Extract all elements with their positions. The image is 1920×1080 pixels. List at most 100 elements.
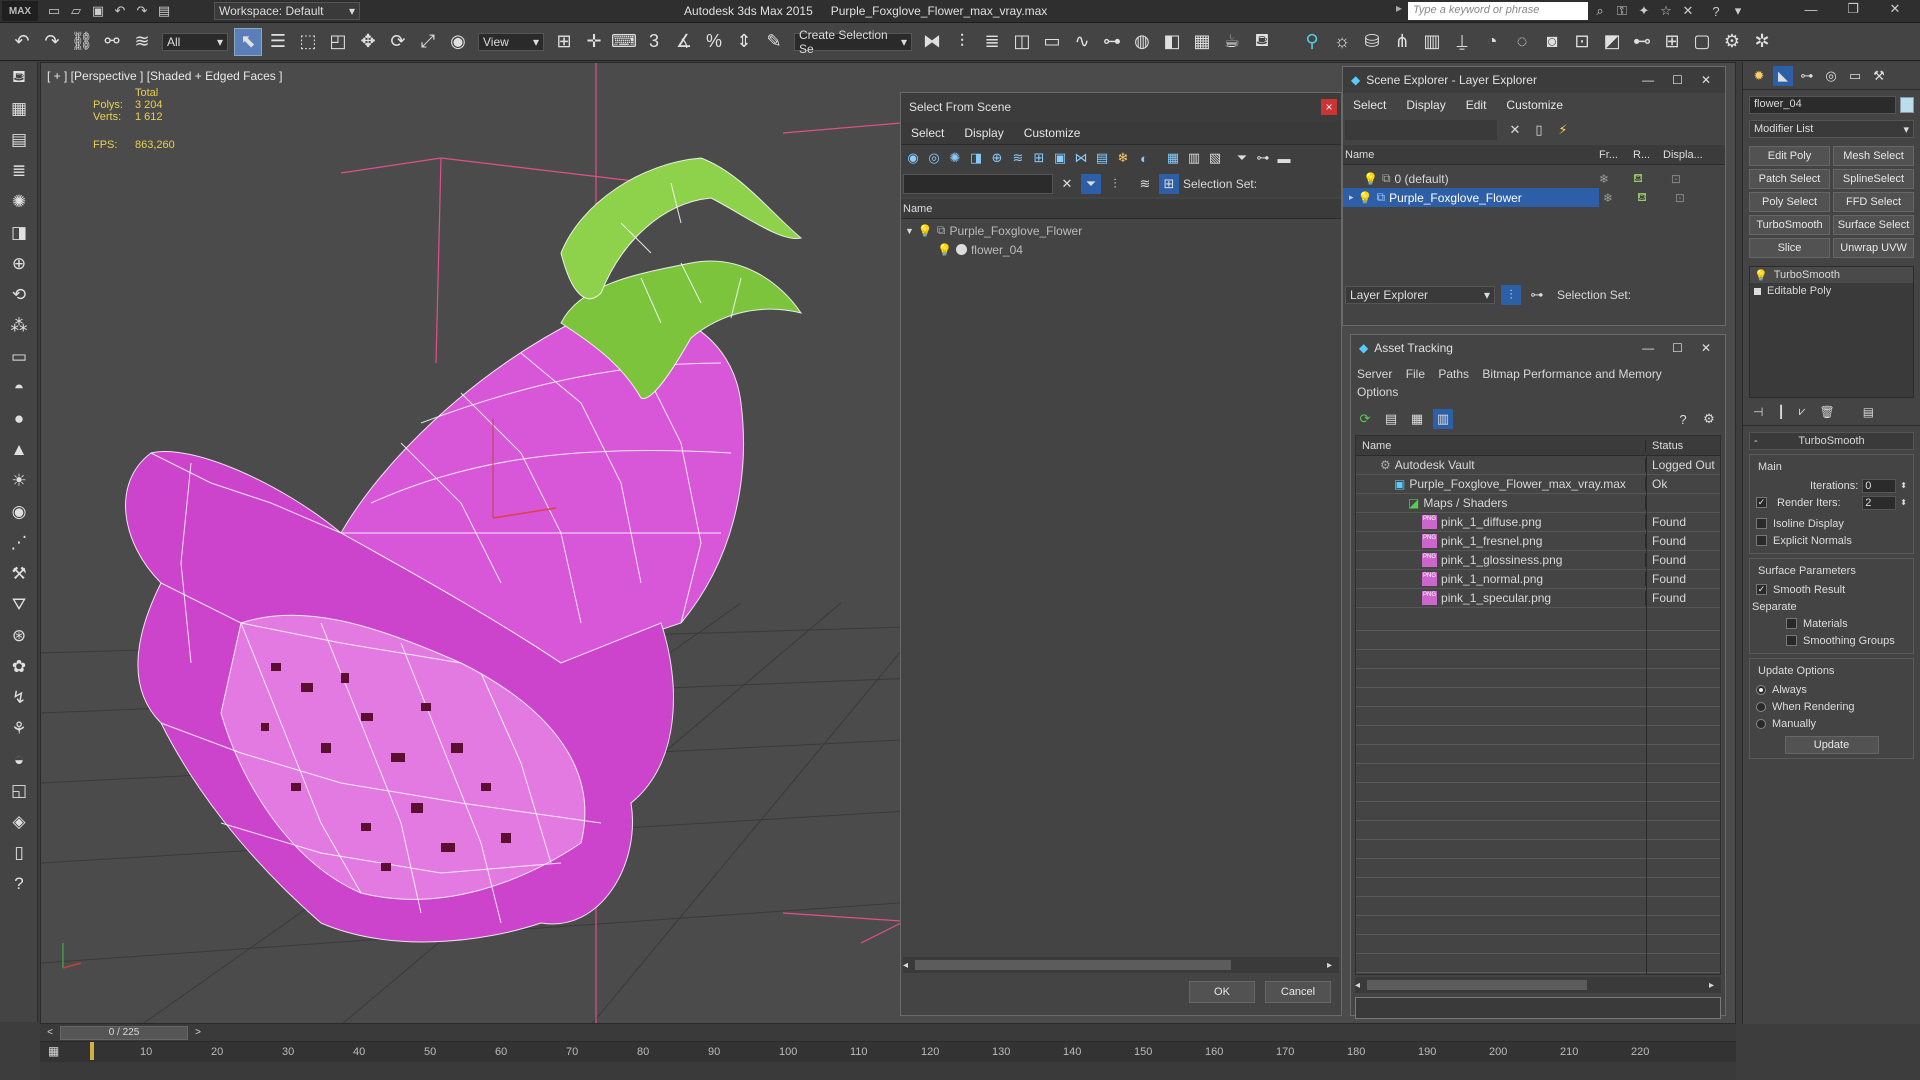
plant-icon[interactable]: ✿: [0, 651, 38, 682]
minimize-icon[interactable]: —: [1790, 0, 1832, 18]
scroll-left-icon[interactable]: ◂: [903, 960, 915, 971]
light-bulb-icon[interactable]: 💡: [1363, 172, 1378, 186]
light-icon[interactable]: ✺: [0, 186, 38, 217]
light-bulb-icon[interactable]: 💡: [1754, 269, 1768, 282]
helper-icon[interactable]: ⊕: [0, 248, 38, 279]
select-move-icon[interactable]: ✥: [354, 28, 382, 56]
asset-row[interactable]: ⚙ Autodesk Vault Logged Out: [1356, 456, 1720, 475]
new-file-icon[interactable]: ▭: [44, 2, 64, 20]
pin-stack-icon[interactable]: ⊣: [1753, 405, 1763, 419]
material-editor-icon[interactable]: ◍: [1128, 28, 1156, 56]
display-icon[interactable]: ⊡: [1671, 172, 1681, 186]
align-icon[interactable]: ⫶: [948, 28, 976, 56]
tree-row[interactable]: ▼ 💡 ⧉ Purple_Foxglove_Flower: [901, 221, 1341, 240]
menu-select[interactable]: Select: [901, 126, 954, 140]
star-icon[interactable]: ☆: [1656, 2, 1676, 20]
cone-icon[interactable]: ▲: [0, 434, 38, 465]
helper-filter-icon[interactable]: ⊕: [987, 148, 1007, 168]
menu-display[interactable]: Display: [954, 126, 1013, 140]
container-filter-icon[interactable]: ▤: [1092, 148, 1112, 168]
asset-row[interactable]: PNG pink_1_fresnel.png Found: [1356, 532, 1720, 551]
patch-select-button[interactable]: Patch Select: [1749, 169, 1830, 189]
layer-mode-icon[interactable]: ⫶: [1501, 285, 1521, 305]
workspace-dropdown[interactable]: Workspace: Default ▾: [214, 2, 360, 20]
render-setup-icon[interactable]: ◧: [1158, 28, 1186, 56]
settings-icon[interactable]: ⚙: [1699, 409, 1719, 429]
dome-icon[interactable]: ◓: [0, 372, 38, 403]
help-dropdown-icon[interactable]: ▾: [1728, 2, 1748, 20]
explicit-normals-checkbox[interactable]: [1756, 535, 1767, 546]
key-icon[interactable]: ⚿: [1612, 2, 1632, 20]
pivot-center-icon[interactable]: ⊞: [550, 28, 578, 56]
layers-icon[interactable]: ▤: [0, 124, 38, 155]
snaps-toggle-icon[interactable]: 3: [640, 28, 668, 56]
asset-row[interactable]: PNG pink_1_normal.png Found: [1356, 570, 1720, 589]
spline-select-button[interactable]: SplineSelect: [1833, 169, 1914, 189]
render-teapot-icon[interactable]: ⛾: [1633, 171, 1643, 187]
unlink-icon[interactable]: ⚯: [98, 28, 126, 56]
filter-toggle-icon[interactable]: ⏷: [1081, 174, 1101, 194]
freeze-icon[interactable]: ❄: [1599, 172, 1609, 186]
menu-display[interactable]: Display: [1396, 98, 1455, 112]
hierarchy-mode-icon[interactable]: ⊶: [1527, 285, 1547, 305]
clipboard-icon[interactable]: ▯: [0, 837, 38, 868]
vray-fur-icon[interactable]: ⋔: [1388, 28, 1416, 56]
mesh-select-button[interactable]: Mesh Select: [1833, 146, 1914, 166]
vray-material-icon[interactable]: ◙: [1538, 28, 1566, 56]
spinner-snap-icon[interactable]: ⇕: [730, 28, 758, 56]
asset-row[interactable]: ▣ Purple_Foxglove_Flower_max_vray.max Ok: [1356, 475, 1720, 494]
iterations-spinner[interactable]: 0: [1862, 478, 1897, 493]
select-rotate-icon[interactable]: ⟳: [384, 28, 412, 56]
vray-sun-icon[interactable]: ☼: [1328, 28, 1356, 56]
asset-row[interactable]: PNG pink_1_glossiness.png Found: [1356, 551, 1720, 570]
help-icon[interactable]: ?: [0, 868, 38, 899]
smooth-result-checkbox[interactable]: ✓: [1756, 584, 1767, 595]
menu-bitmap-performance[interactable]: Bitmap Performance and Memory: [1482, 367, 1661, 381]
object-color-swatch[interactable]: [1900, 97, 1914, 113]
camera-filter-icon[interactable]: ◨: [966, 148, 986, 168]
time-slider-next-icon[interactable]: >: [188, 1027, 208, 1038]
motion-tab-icon[interactable]: ◎: [1821, 66, 1841, 86]
menu-edit[interactable]: Edit: [1456, 98, 1497, 112]
shell-icon[interactable]: ⚘: [0, 713, 38, 744]
angle-snap-icon[interactable]: ∡: [670, 28, 698, 56]
scene-states-icon[interactable]: ◱: [0, 775, 38, 806]
column-display[interactable]: Displa...: [1663, 149, 1713, 161]
update-button[interactable]: Update: [1784, 736, 1879, 754]
close-button[interactable]: ×: [1321, 99, 1337, 115]
scroll-left-icon[interactable]: ◂: [1355, 980, 1367, 991]
create-tab-icon[interactable]: ✹: [1749, 66, 1769, 86]
track-bar[interactable]: ▦ 10 20 30 40 50 60 70 80 90 100 110 120 130 140 150 16…: [40, 1042, 1736, 1062]
spacewarp-filter-icon[interactable]: ≋: [1008, 148, 1028, 168]
menu-customize[interactable]: Customize: [1014, 126, 1091, 140]
hierarchy-tab-icon[interactable]: ⊶: [1797, 66, 1817, 86]
stack-item[interactable]: 💡 TurboSmooth: [1750, 267, 1913, 283]
close-icon[interactable]: ✕: [1701, 341, 1711, 355]
scrollbar-thumb[interactable]: [1367, 980, 1587, 990]
bind-space-warp-icon[interactable]: ≋: [128, 28, 156, 56]
select-by-name-icon[interactable]: ☰: [264, 28, 292, 56]
asset-row[interactable]: PNG pink_1_diffuse.png Found: [1356, 513, 1720, 532]
vray-env-icon[interactable]: ⊷: [1628, 28, 1656, 56]
redo-icon[interactable]: ↷: [132, 2, 152, 20]
when-rendering-radio[interactable]: [1756, 701, 1766, 712]
find-input[interactable]: [1345, 120, 1497, 140]
maximize-icon[interactable]: ☐: [1672, 341, 1683, 355]
spinner-arrows-icon[interactable]: ⬍: [1900, 498, 1907, 507]
vray-bitmap-icon[interactable]: ◩: [1598, 28, 1626, 56]
rectangular-selection-icon[interactable]: ⬚: [294, 28, 322, 56]
slice-button[interactable]: Slice: [1749, 238, 1830, 258]
render-iterative-icon[interactable]: ⛾: [1248, 28, 1276, 56]
wrench-icon[interactable]: ⚒: [0, 558, 38, 589]
app-logo[interactable]: MAX: [2, 1, 38, 21]
hair-icon[interactable]: ⋰: [0, 527, 38, 558]
scrollbar-thumb[interactable]: [915, 960, 1231, 970]
search-arrow-icon[interactable]: ▸: [1396, 1, 1406, 21]
toggle-ribbon-icon[interactable]: ▭: [1038, 28, 1066, 56]
clear-search-icon[interactable]: ✕: [1057, 174, 1077, 194]
selection-filter-dropdown[interactable]: All ▾: [162, 32, 228, 51]
menu-options[interactable]: Options: [1357, 385, 1398, 399]
freeze-icon[interactable]: ❄: [1603, 191, 1613, 205]
light-bulb-icon[interactable]: 💡: [1358, 191, 1373, 205]
unwrap-uvw-button[interactable]: Unwrap UVW: [1833, 238, 1914, 258]
